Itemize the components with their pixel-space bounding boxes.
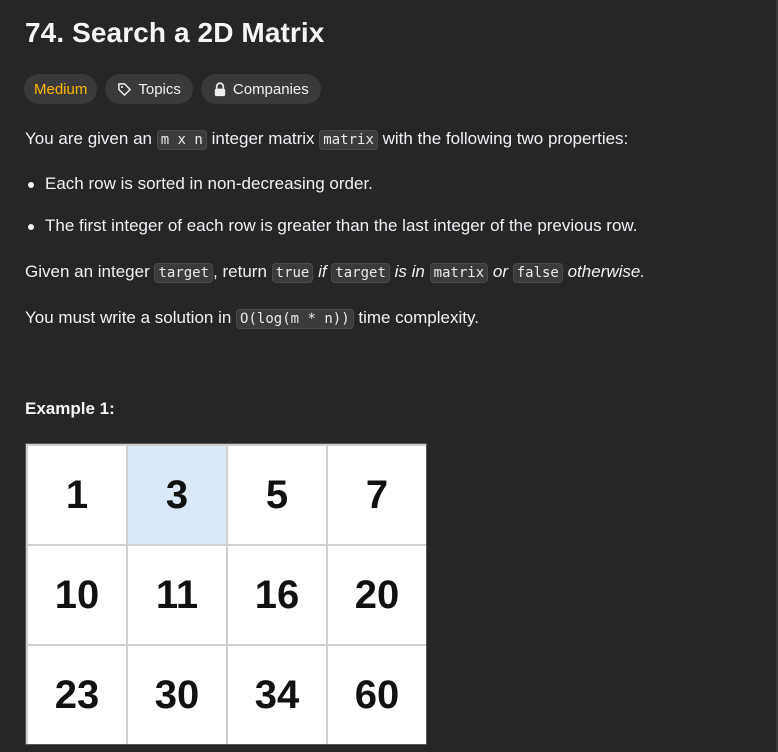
- example-heading: Example 1:: [25, 399, 115, 418]
- tag-icon: [117, 82, 132, 97]
- inline-code-target: target: [331, 263, 390, 283]
- inline-code-true: true: [271, 263, 314, 283]
- statement-intro: You are given an m x n integer matrix ma…: [25, 129, 629, 150]
- inline-code-complexity: O(log(m * n)): [236, 309, 354, 329]
- companies-button[interactable]: Companies: [200, 74, 321, 104]
- inline-code-m-x-n: m x n: [156, 130, 207, 150]
- matrix-cell: 16: [228, 546, 326, 644]
- problem-tags: Medium Topics Companies: [24, 74, 321, 104]
- problem-description-panel: 74. Search a 2D Matrix Medium Topics Com…: [0, 0, 778, 752]
- matrix-cell: 5: [228, 446, 326, 544]
- matrix-cell: 1: [28, 446, 126, 544]
- inline-code-matrix: matrix: [319, 130, 378, 150]
- statement-task: Given an integer target, return true if …: [25, 262, 646, 283]
- matrix-cell: 7: [328, 446, 426, 544]
- matrix-cell: 11: [128, 546, 226, 644]
- matrix-cell: 30: [128, 646, 226, 744]
- statement-complexity: You must write a solution in O(log(m * n…: [25, 308, 479, 329]
- list-item: Each row is sorted in non-decreasing ord…: [25, 171, 637, 197]
- matrix-cell: 10: [28, 546, 126, 644]
- topics-label: Topics: [138, 80, 181, 98]
- matrix-cell: 23: [28, 646, 126, 744]
- topics-button[interactable]: Topics: [105, 74, 193, 104]
- problem-title: 74. Search a 2D Matrix: [25, 17, 325, 48]
- matrix-cell: 20: [328, 546, 426, 644]
- list-item: The first integer of each row is greater…: [25, 213, 637, 239]
- lock-icon: [213, 81, 227, 97]
- matrix-cell: 34: [228, 646, 326, 744]
- inline-code-target: target: [154, 263, 214, 283]
- companies-label: Companies: [232, 80, 309, 98]
- matrix-cell: 60: [328, 646, 426, 744]
- properties-list: Each row is sorted in non-decreasing ord…: [25, 171, 637, 255]
- inline-code-matrix: matrix: [429, 263, 489, 283]
- example-matrix-image: 1 3 5 7 10 11 16 20 23 30 34 60: [25, 443, 427, 745]
- inline-code-false: false: [512, 263, 563, 283]
- matrix-cell: 3: [128, 446, 226, 544]
- difficulty-badge: Medium: [24, 74, 98, 104]
